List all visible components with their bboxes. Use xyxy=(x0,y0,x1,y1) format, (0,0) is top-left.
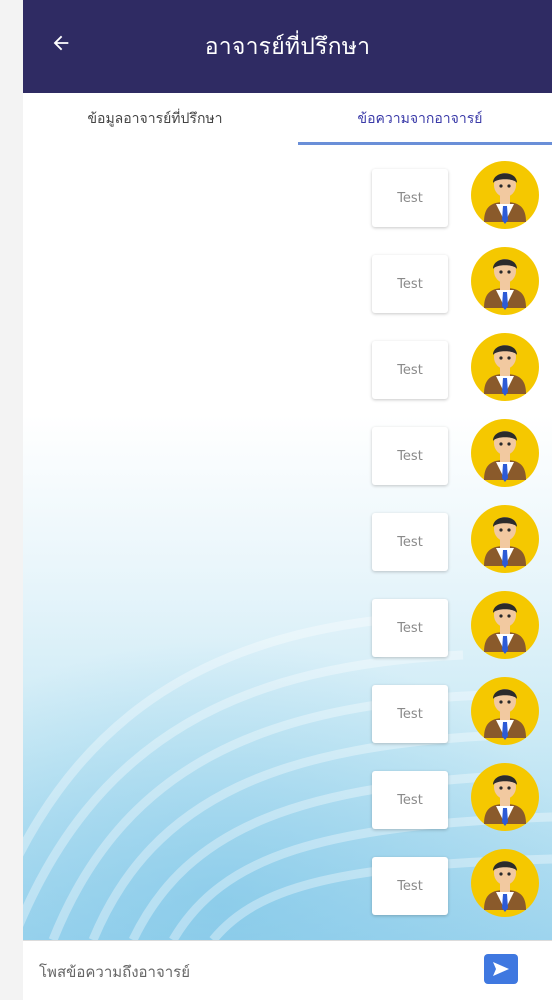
message-item: Test xyxy=(23,419,552,513)
message-item: Test xyxy=(23,333,552,427)
teacher-avatar-icon xyxy=(471,677,539,745)
teacher-avatar-icon xyxy=(471,247,539,315)
message-item: Test xyxy=(23,161,552,255)
teacher-avatar-icon xyxy=(471,505,539,573)
teacher-avatar-icon xyxy=(471,333,539,401)
message-input[interactable] xyxy=(37,953,461,991)
message-bubble: Test xyxy=(372,685,448,743)
send-button[interactable] xyxy=(484,954,518,984)
message-bubble: Test xyxy=(372,513,448,571)
message-item: Test xyxy=(23,849,552,940)
app-screen: อาจารย์ที่ปรึกษา ข้อมูลอาจารย์ที่ปรึกษา … xyxy=(23,0,552,1000)
send-arrow-icon xyxy=(493,962,509,976)
message-list[interactable]: Test Test Test Test Test Test Test Test … xyxy=(23,145,552,940)
message-item: Test xyxy=(23,677,552,771)
message-bubble: Test xyxy=(372,599,448,657)
message-bubble: Test xyxy=(372,771,448,829)
message-item: Test xyxy=(23,763,552,857)
message-bubble: Test xyxy=(372,857,448,915)
app-bar: อาจารย์ที่ปรึกษา xyxy=(23,0,552,93)
message-bubble: Test xyxy=(372,341,448,399)
teacher-avatar-icon xyxy=(471,849,539,917)
message-bubble: Test xyxy=(372,255,448,313)
message-item: Test xyxy=(23,505,552,599)
tab-advisor-messages[interactable]: ข้อความจากอาจารย์ xyxy=(288,93,552,145)
message-bubble: Test xyxy=(372,169,448,227)
tab-bar: ข้อมูลอาจารย์ที่ปรึกษา ข้อความจากอาจารย์ xyxy=(23,93,552,146)
message-item: Test xyxy=(23,591,552,685)
message-bubble: Test xyxy=(372,427,448,485)
message-item: Test xyxy=(23,247,552,341)
teacher-avatar-icon xyxy=(471,161,539,229)
teacher-avatar-icon xyxy=(471,763,539,831)
message-composer xyxy=(23,940,552,1000)
teacher-avatar-icon xyxy=(471,591,539,659)
page-title: อาจารย์ที่ปรึกษา xyxy=(204,33,371,60)
teacher-avatar-icon xyxy=(471,419,539,487)
tab-advisor-info[interactable]: ข้อมูลอาจารย์ที่ปรึกษา xyxy=(23,93,287,145)
